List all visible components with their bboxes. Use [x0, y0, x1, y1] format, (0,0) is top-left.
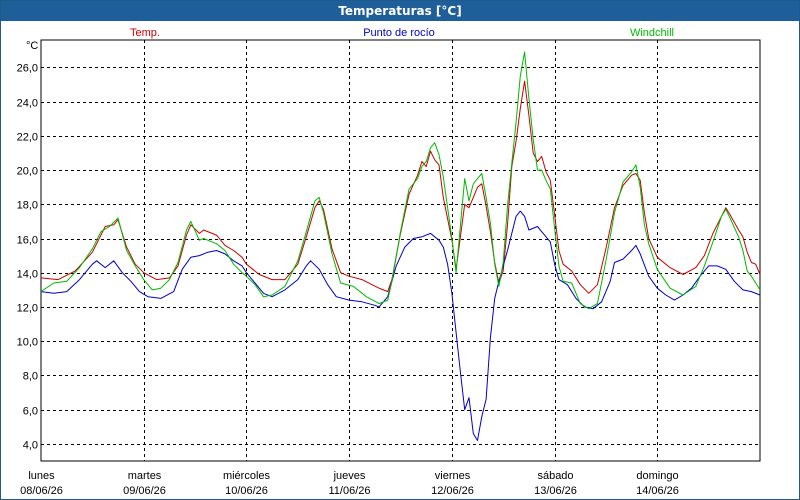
- series-line: [40, 51, 761, 310]
- legend-entry: Temp.: [130, 27, 160, 39]
- x-tick-day-label: viernes: [435, 470, 471, 482]
- plot-area: [40, 39, 761, 462]
- y-tick-label: 22,0: [17, 132, 38, 144]
- y-tick-label: 14,0: [17, 269, 38, 281]
- x-tick-day-label: jueves: [333, 470, 366, 482]
- y-tick-label: 4,0: [23, 440, 38, 452]
- x-tick-date-label: 14/06/26: [636, 485, 679, 497]
- temperature-chart: 4,0 6,0 8,0 10,0 12,0 14,0 16,0 18,0 20,0 22,0 24,…: [17, 27, 761, 497]
- x-tick-date-label: 10/06/26: [225, 485, 268, 497]
- x-tick-day-label: lunes: [28, 470, 55, 482]
- x-tick-day-label: martes: [128, 470, 162, 482]
- y-tick-label: 26,0: [17, 63, 38, 75]
- x-tick-date-label: 08/06/26: [20, 485, 63, 497]
- y-tick-label: 8,0: [23, 371, 38, 383]
- y-tick-label: 6,0: [23, 406, 38, 418]
- x-tick-day-label: domingo: [636, 470, 678, 482]
- y-tick-label: 10,0: [17, 337, 38, 349]
- x-tick-day-label: sábado: [537, 470, 573, 482]
- x-tick-date-label: 13/06/26: [534, 485, 577, 497]
- legend-entry: Punto de rocío: [363, 27, 435, 39]
- series-line: [40, 80, 761, 294]
- y-tick-label: 12,0: [17, 303, 38, 315]
- y-tick-label: 18,0: [17, 200, 38, 212]
- x-tick-date-label: 12/06/26: [431, 485, 474, 497]
- y-tick-label: 24,0: [17, 98, 38, 110]
- y-axis-unit-label: °C: [26, 40, 38, 52]
- y-tick-label: 20,0: [17, 166, 38, 178]
- x-tick-date-label: 11/06/26: [328, 485, 370, 497]
- x-tick-date-label: 09/06/26: [123, 485, 166, 497]
- y-tick-label: 16,0: [17, 235, 38, 247]
- legend-entry: Windchill: [630, 27, 674, 39]
- x-tick-day-label: miércoles: [223, 470, 271, 482]
